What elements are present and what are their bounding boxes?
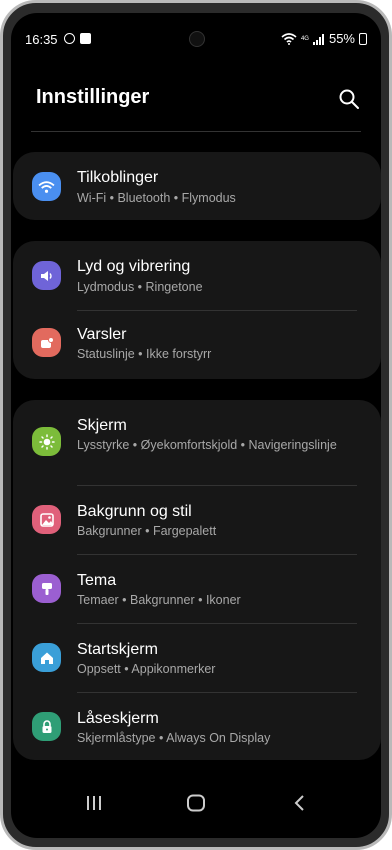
status-time: 16:35 — [25, 32, 58, 47]
theme-brush-icon — [32, 574, 61, 603]
network-type: 4G — [300, 35, 309, 42]
lock-icon — [32, 712, 61, 741]
item-subtitle: Oppsett • Appikonmerker — [77, 662, 216, 676]
wallpaper-icon — [32, 505, 61, 534]
page-title: Innstillinger — [36, 86, 150, 108]
brightness-icon — [32, 427, 61, 456]
wifi-status-icon — [281, 33, 297, 45]
item-subtitle: Temaer • Bakgrunner • Ikoner — [77, 593, 241, 607]
item-title: Varsler — [77, 326, 127, 343]
status-bar: 16:35 4G 55% — [11, 13, 381, 47]
item-title: Skjerm — [77, 417, 127, 434]
sound-icon — [32, 261, 61, 290]
settings-item-tilkoblinger[interactable]: Tilkoblinger Wi-Fi • Bluetooth • Flymodu… — [13, 152, 381, 220]
battery-percent: 55% — [328, 31, 355, 46]
wifi-icon — [32, 172, 61, 201]
item-title: Tema — [77, 572, 117, 589]
settings-group-display: Skjerm Lysstyrke • Øyekomfortskjold • Na… — [13, 400, 381, 760]
settings-group-sound: Lyd og vibrering Lydmodus • Ringetone Va… — [13, 241, 381, 379]
notification-status-icon — [80, 33, 91, 44]
settings-item-varsler[interactable]: Varsler Statuslinje • Ikke forstyrr — [13, 310, 381, 379]
item-title: Bakgrunn og stil — [77, 503, 192, 520]
signal-icon — [312, 33, 324, 45]
item-subtitle: Wi-Fi • Bluetooth • Flymodus — [77, 191, 236, 205]
screen: 16:35 4G 55% Innstillinger Tilkoblinger … — [11, 13, 381, 838]
status-right: 4G 55% — [281, 32, 367, 46]
item-title: Lyd og vibrering — [77, 258, 191, 275]
recent-apps-icon[interactable] — [80, 793, 108, 813]
settings-item-startskjerm[interactable]: Startskjerm Oppsett • Appikonmerker — [13, 623, 381, 692]
search-icon[interactable] — [337, 87, 361, 111]
item-title: Låseskjerm — [77, 710, 159, 727]
home-icon — [32, 643, 61, 672]
item-title: Tilkoblinger — [77, 169, 159, 186]
back-icon[interactable] — [286, 793, 314, 813]
battery-icon — [359, 33, 367, 45]
notification-icon — [32, 328, 61, 357]
item-subtitle: Lysstyrke • Øyekomfortskjold • Navigerin… — [77, 438, 337, 452]
item-title: Startskjerm — [77, 641, 158, 658]
front-camera — [189, 31, 205, 47]
settings-item-tema[interactable]: Tema Temaer • Bakgrunner • Ikoner — [13, 554, 381, 623]
settings-item-skjerm[interactable]: Skjerm Lysstyrke • Øyekomfortskjold • Na… — [13, 400, 381, 485]
item-subtitle: Statuslinje • Ikke forstyrr — [77, 347, 212, 361]
header-divider — [31, 131, 361, 132]
dnd-status-icon — [64, 33, 75, 44]
item-subtitle: Bakgrunner • Fargepalett — [77, 524, 217, 538]
settings-group-connections: Tilkoblinger Wi-Fi • Bluetooth • Flymodu… — [13, 152, 381, 220]
settings-item-lyd-og-vibrering[interactable]: Lyd og vibrering Lydmodus • Ringetone — [13, 241, 381, 310]
navigation-bar — [11, 783, 381, 823]
item-subtitle: Lydmodus • Ringetone — [77, 280, 203, 294]
settings-item-laseskjerm[interactable]: Låseskjerm Skjermlåstype • Always On Dis… — [13, 692, 381, 760]
settings-item-bakgrunn-og-stil[interactable]: Bakgrunn og stil Bakgrunner • Fargepalet… — [13, 485, 381, 554]
home-button-icon[interactable] — [182, 793, 210, 813]
status-left-icons — [64, 33, 91, 44]
item-subtitle: Skjermlåstype • Always On Display — [77, 731, 271, 745]
